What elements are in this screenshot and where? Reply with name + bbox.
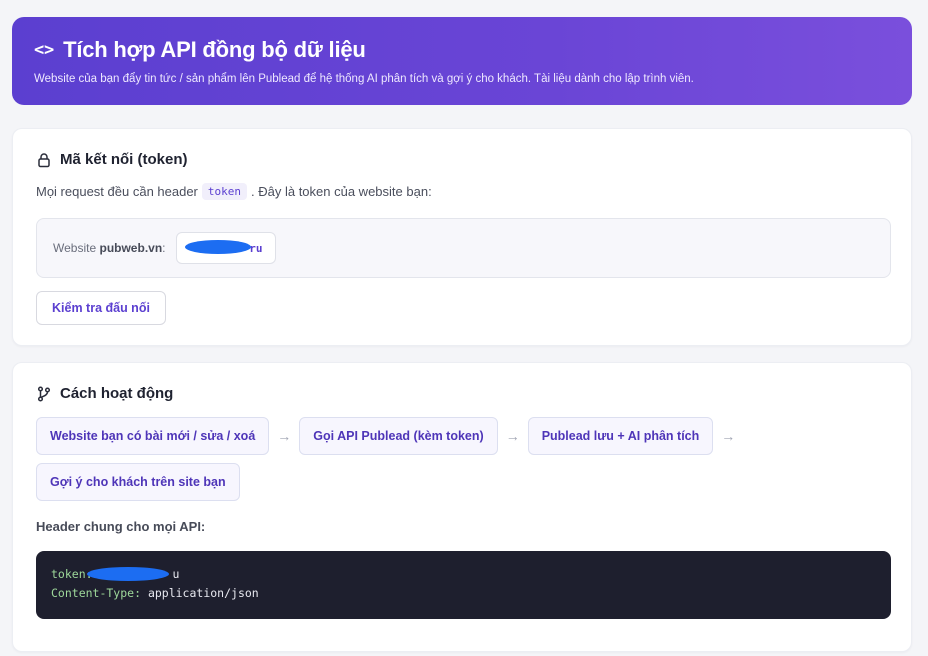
redaction-mark [87,567,169,581]
token-intro: Mọi request đều cần header token . Đây l… [36,183,432,200]
website-colon: : [162,241,166,255]
token-intro-after: . Đây là token của website bạn: [251,184,432,199]
code-key-content-type: Content-Type: [51,586,142,600]
code-line-token: token: u [51,565,876,584]
flow-arrow: → [277,428,292,444]
token-value[interactable]: ru [175,232,276,264]
git-branch-icon [36,385,52,402]
code-val-token-suffix: u [172,567,180,581]
token-intro-before: Mọi request đều cần header [36,184,198,199]
code-icon: <> [34,40,55,60]
flow-step-3: Publead lưu + AI phân tích [527,417,714,455]
flow-arrow: → [505,428,520,444]
flow-steps: Website bạn có bài mới / sửa / xoá → Gọi… [36,417,896,501]
code-val-content-type: application/json [141,586,259,600]
flow-step-4: Gợi ý cho khách trên site bạn [36,463,240,501]
how-card-title-text: Cách hoạt động [60,385,174,402]
page-description: Website của bạn đẩy tin tức / sản phẩm l… [34,73,694,85]
how-card-title: Cách hoạt động [36,385,173,402]
page-title-text: Tích hợp API đồng bộ dữ liệu [63,37,366,62]
website-label: Website pubweb.vn: [53,241,166,255]
token-value-suffix: ru [249,241,263,255]
token-card-title: Mã kết nối (token) [36,151,188,168]
token-box: Website pubweb.vn: ru [36,218,891,278]
page-title: <> Tích hợp API đồng bộ dữ liệu [34,37,890,63]
header-code-block: token: u Content-Type: application/json [36,551,891,619]
flow-step-1: Website bạn có bài mới / sửa / xoá [36,417,270,455]
page-header: <> Tích hợp API đồng bộ dữ liệu Website … [12,17,912,105]
check-connection-button[interactable]: Kiểm tra đấu nối [36,291,166,325]
website-label-text: Website [53,241,97,255]
token-card: Mã kết nối (token) Mọi request đều cần h… [12,128,912,346]
lock-icon [36,152,52,168]
flow-step-2: Gọi API Publead (kèm token) [299,417,498,455]
code-line-content-type: Content-Type: application/json [51,584,876,603]
how-it-works-card: Cách hoạt động Website bạn có bài mới / … [12,362,912,652]
token-inline-code: token [201,183,248,200]
common-header-label: Header chung cho mọi API: [36,519,206,534]
redaction-mark [184,240,251,254]
flow-arrow: → [721,428,736,444]
website-name: pubweb.vn [99,241,163,255]
token-card-title-text: Mã kết nối (token) [60,151,188,168]
